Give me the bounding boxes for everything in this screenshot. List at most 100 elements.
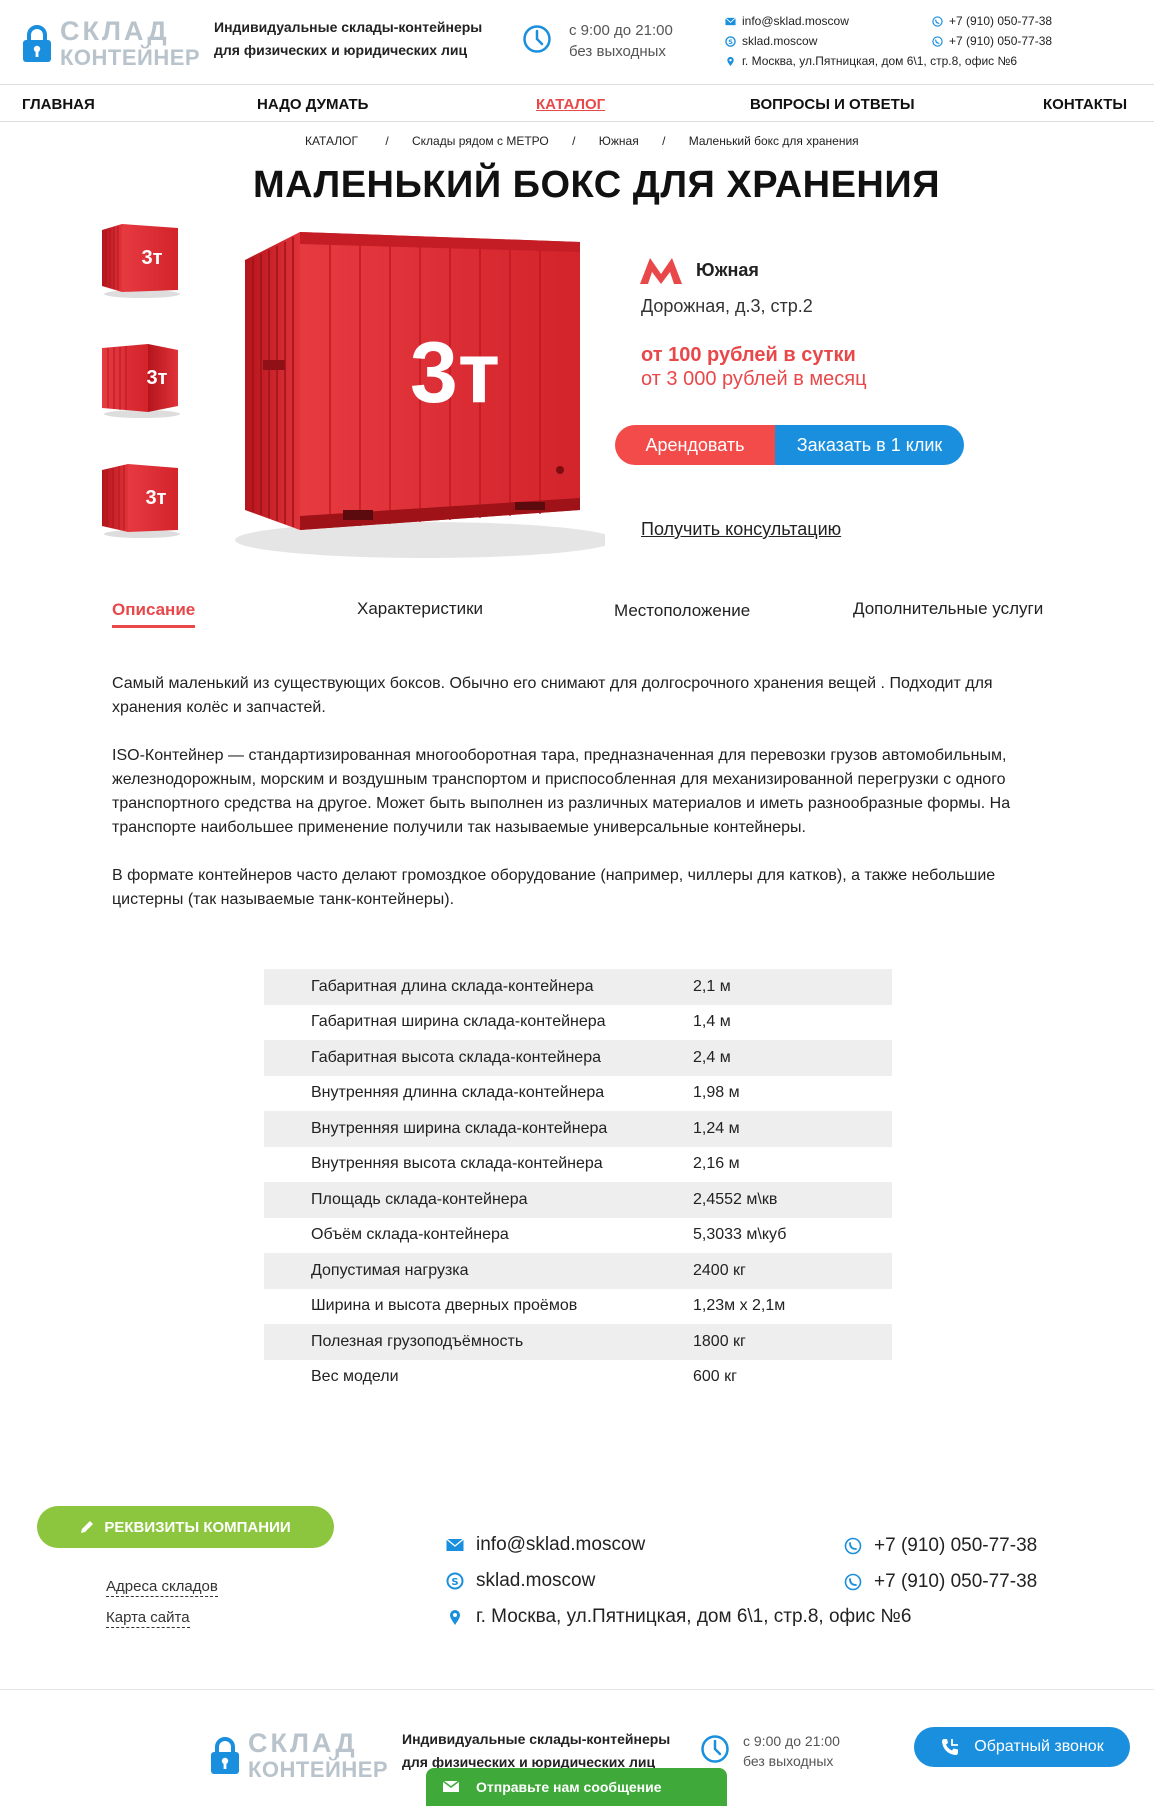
spec-key: Внутренняя ширина склада-контейнера [311,1119,608,1137]
spec-key: Габаритная высота склада-контейнера [311,1048,601,1066]
nav-item-faq[interactable]: ВОПРОСЫ И ОТВЕТЫ [750,96,915,113]
breadcrumb-separator: / [572,134,576,148]
site-logo[interactable]: СКЛАД КОНТЕЙНЕР [22,18,200,69]
footer-phone-2[interactable]: +7 (910) 050-77-38 [844,1571,1037,1593]
nav-item-home[interactable]: ГЛАВНАЯ [22,96,95,113]
thumbnail-2[interactable]: 3т [100,340,180,425]
header-address: г. Москва, ул.Пятницкая, дом 6\1, стр.8,… [725,51,1017,71]
breadcrumb-separator: / [662,134,666,148]
svg-text:S: S [728,37,733,45]
thumbnail-3[interactable]: 3т [100,460,180,545]
header-phone-2[interactable]: +7 (910) 050-77-38 [932,31,1052,51]
footer-address: г. Москва, ул.Пятницкая, дом 6\1, стр.8,… [446,1606,912,1628]
tab-additional-services[interactable]: Дополнительные услуги [853,599,1043,619]
footer-working-hours: с 9:00 до 21:00 без выходных [743,1731,840,1771]
footer-hours-line2: без выходных [743,1753,834,1769]
spec-value: 2,4552 м\кв [693,1190,778,1208]
footer-logo-line1: СКЛАД [248,1728,358,1758]
thumbnail-1[interactable]: 3т [100,220,180,305]
skype-icon: S [446,1572,464,1590]
sitemap-link[interactable]: Карта сайта [106,1608,190,1628]
header-phone-1-text: +7 (910) 050-77-38 [949,14,1053,28]
company-requisites-button[interactable]: РЕКВИЗИТЫ КОМПАНИИ [37,1506,334,1548]
footer-email-text: info@sklad.moscow [476,1534,646,1555]
whatsapp-icon [844,1573,862,1591]
footer-email[interactable]: info@sklad.moscow [446,1534,645,1556]
spec-row: Вес модели 600 кг [264,1360,892,1396]
spec-key: Внутренняя длинна склада-контейнера [311,1084,605,1102]
header-phone-1[interactable]: +7 (910) 050-77-38 [932,11,1052,31]
get-consultation-link[interactable]: Получить консультацию [641,519,841,540]
hours-line2: без выходных [569,43,666,60]
spec-value: 1800 кг [693,1332,746,1350]
description-paragraph-2: ISO-Контейнер — стандартизированная мног… [112,747,1011,836]
product-address: Дорожная, д.3, стр.2 [641,296,813,316]
clock-icon [523,25,551,53]
logo-line1: СКЛАД [60,16,170,46]
location-icon [450,1610,460,1625]
footer-divider [0,1689,1154,1690]
container-thumb-image: 3т [102,464,180,538]
nav-item-think[interactable]: НАДО ДУМАТЬ [257,96,368,113]
tab-characteristics[interactable]: Характеристики [357,599,483,619]
hours-line1: с 9:00 до 21:00 [569,22,673,39]
main-nav: ГЛАВНАЯ НАДО ДУМАТЬ КАТАЛОГ ВОПРОСЫ И ОТ… [0,84,1154,122]
callback-label: Обратный звонок [974,1738,1104,1755]
footer-skype[interactable]: S sklad.moscow [446,1570,595,1592]
footer-phone-2-text: +7 (910) 050-77-38 [874,1571,1038,1592]
breadcrumb-item-station[interactable]: Южная [599,134,639,148]
warehouse-addresses-link[interactable]: Адреса складов [106,1577,218,1597]
spec-row: Площадь склада-контейнера 2,4552 м\кв [264,1182,892,1218]
metro-icon [640,258,682,284]
spec-value: 1,98 м [693,1084,740,1102]
logo-text: СКЛАД КОНТЕЙНЕР [60,18,200,69]
footer-logo-line2: КОНТЕЙНЕР [248,1757,389,1782]
header-tagline: Индивидуальные склады-контейнеры для физ… [214,16,482,62]
metro-station: Южная [640,256,759,284]
order-one-click-button[interactable]: Заказать в 1 клик [775,425,964,465]
footer-hours-line1: с 9:00 до 21:00 [743,1733,840,1749]
spec-key: Вес модели [311,1368,399,1386]
spec-value: 2,4 м [693,1048,731,1066]
spec-row: Полезная грузоподъёмность 1800 кг [264,1324,892,1360]
spec-key: Площадь склада-контейнера [311,1190,528,1208]
container-label: 3т [410,325,500,421]
header-phone-2-text: +7 (910) 050-77-38 [949,34,1053,48]
callback-button[interactable]: Обратный звонок [914,1727,1130,1767]
spec-key: Допустимая нагрузка [311,1261,469,1279]
rent-button[interactable]: Арендовать [615,425,775,465]
company-requisites-label: РЕКВИЗИТЫ КОМПАНИИ [104,1518,291,1536]
message-chat-bar[interactable]: Отправьте нам сообщение [426,1768,727,1806]
nav-item-catalog[interactable]: КАТАЛОГ [536,96,605,113]
container-thumb-image: 3т [102,224,180,298]
footer-logo-text: СКЛАД КОНТЕЙНЕР [248,1730,388,1781]
main-product-image[interactable]: 3т [205,220,615,565]
footer-phone-1[interactable]: +7 (910) 050-77-38 [844,1535,1037,1557]
spec-row: Внутренняя длинна склада-контейнера 1,98 … [264,1076,892,1112]
footer-skype-text: sklad.moscow [476,1570,596,1591]
mail-icon [725,16,736,25]
lock-icon [23,24,51,62]
spec-value: 2,1 м [693,977,731,995]
header-address-text: г. Москва, ул.Пятницкая, дом 6\1, стр.8,… [742,54,1018,68]
chat-icon [442,1780,460,1792]
breadcrumb-separator: / [385,134,389,148]
tab-description[interactable]: Описание [112,600,196,628]
price-per-day: от 100 рублей в сутки [641,344,856,366]
thumb-label: 3т [147,367,168,389]
footer-logo[interactable]: СКЛАД КОНТЕЙНЕР [210,1730,388,1781]
spec-row: Габаритная высота склада-контейнера 2,4 м [264,1040,892,1076]
skype-icon: S [725,35,736,47]
tagline-line1: Индивидуальные склады-контейнеры [214,19,483,35]
nav-item-contacts[interactable]: КОНТАКТЫ [1043,96,1127,113]
container-thumb-image: 3т [102,344,180,418]
spec-row: Ширина и высота дверных проёмов 1,23м х 2… [264,1289,892,1325]
header-phones: +7 (910) 050-77-38 +7 (910) 050-77-38 [932,11,1052,51]
breadcrumb-item-catalog[interactable]: КАТАЛОГ [305,134,358,148]
tagline-line2: для физических и юридических лиц [214,42,468,58]
breadcrumb-item-metro[interactable]: Склады рядом с МЕТРО [412,134,549,148]
footer-phone-1-text: +7 (910) 050-77-38 [874,1535,1038,1556]
clock-icon [701,1735,729,1763]
tab-location[interactable]: Местоположение [614,601,750,621]
spec-key: Внутренняя высота склада-контейнера [311,1155,603,1173]
